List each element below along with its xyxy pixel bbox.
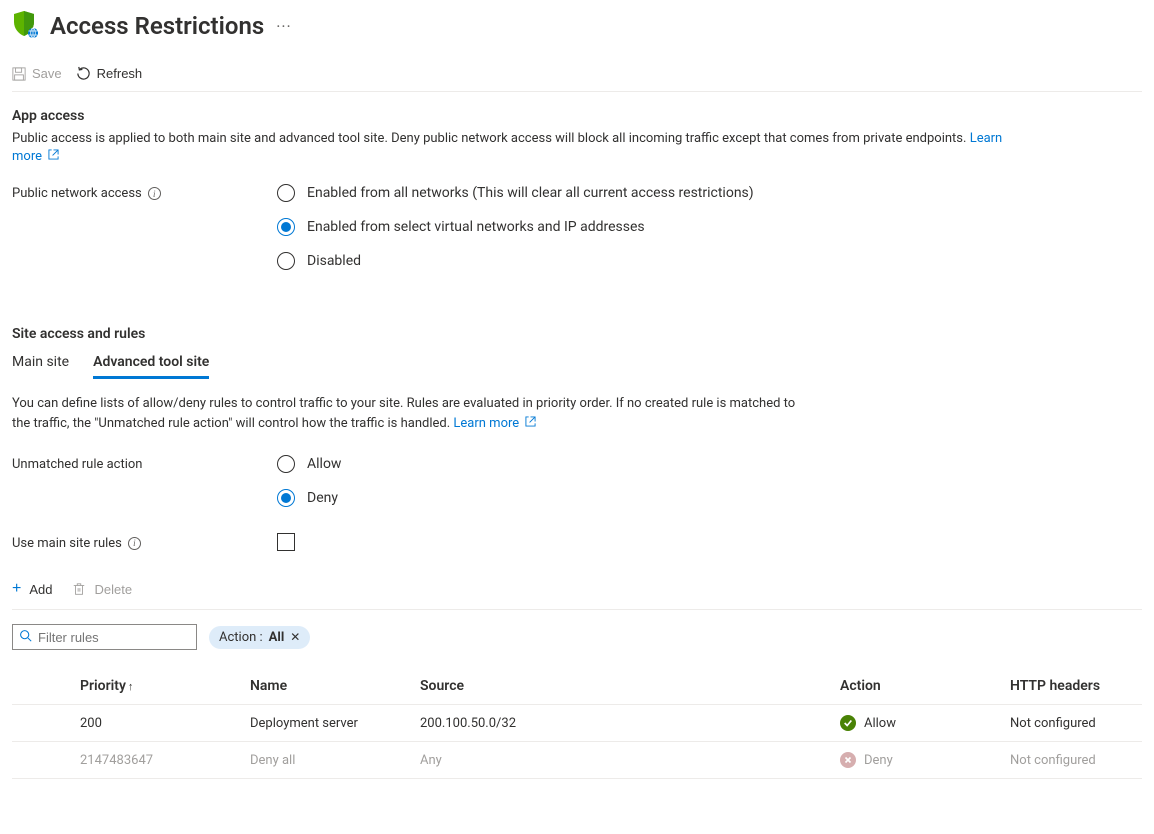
refresh-icon xyxy=(76,66,91,81)
cell-action: Allow xyxy=(832,705,1002,742)
radio-enabled-all-networks[interactable]: Enabled from all networks (This will cle… xyxy=(277,184,754,202)
tab-main-site[interactable]: Main site xyxy=(12,348,69,379)
table-row[interactable]: 2147483647Deny allAnyDenyNot configured xyxy=(12,742,1142,779)
save-button[interactable]: Save xyxy=(12,66,62,81)
plus-icon: + xyxy=(12,581,21,597)
trash-icon xyxy=(72,582,86,596)
radio-icon xyxy=(277,184,295,202)
cell-source: Any xyxy=(412,742,832,779)
refresh-button[interactable]: Refresh xyxy=(76,66,143,81)
info-icon[interactable]: i xyxy=(128,537,141,550)
delete-rule-button[interactable]: Delete xyxy=(72,582,132,597)
filter-row: Action : All ✕ xyxy=(12,624,1142,650)
cell-source: 200.100.50.0/32 xyxy=(412,705,832,742)
radio-icon xyxy=(277,489,295,507)
external-link-icon xyxy=(48,148,59,166)
radio-icon xyxy=(277,252,295,270)
radio-disabled[interactable]: Disabled xyxy=(277,252,754,270)
sort-asc-icon: ↑ xyxy=(128,680,134,693)
use-main-site-rules-checkbox[interactable] xyxy=(277,533,295,551)
cell-name: Deployment server xyxy=(242,705,412,742)
deny-icon xyxy=(840,752,856,768)
public-network-access-label: Public network access i xyxy=(12,184,277,201)
radio-enabled-select-networks[interactable]: Enabled from select virtual networks and… xyxy=(277,218,754,236)
unmatched-rule-action-radiogroup: Allow Deny xyxy=(277,455,341,507)
app-access-heading: App access xyxy=(12,108,1142,124)
use-main-site-rules-label: Use main site rules i xyxy=(12,534,277,551)
cell-name: Deny all xyxy=(242,742,412,779)
unmatched-rule-action-label: Unmatched rule action xyxy=(12,455,277,472)
radio-icon xyxy=(277,455,295,473)
cell-http-headers: Not configured xyxy=(1002,705,1142,742)
filter-rules-input[interactable] xyxy=(38,630,190,645)
radio-icon xyxy=(277,218,295,236)
cell-priority: 2147483647 xyxy=(72,742,242,779)
site-access-learn-more-link[interactable]: Learn more xyxy=(453,416,536,431)
page-header: Access Restrictions ··· xyxy=(12,10,1142,42)
rules-table: Priority↑ Name Source Action HTTP header… xyxy=(12,668,1142,779)
tab-advanced-tool-site[interactable]: Advanced tool site xyxy=(93,348,209,379)
command-bar: Save Refresh xyxy=(12,60,1142,92)
radio-unmatched-allow[interactable]: Allow xyxy=(277,455,341,473)
more-menu-button[interactable]: ··· xyxy=(276,17,292,36)
allow-icon xyxy=(840,715,856,731)
table-header-row: Priority↑ Name Source Action HTTP header… xyxy=(12,668,1142,705)
public-network-access-radiogroup: Enabled from all networks (This will cle… xyxy=(277,184,754,270)
filter-pill-action[interactable]: Action : All ✕ xyxy=(209,626,310,649)
save-label: Save xyxy=(32,66,62,81)
external-link-icon xyxy=(525,414,536,434)
radio-unmatched-deny[interactable]: Deny xyxy=(277,489,341,507)
app-access-description: Public access is applied to both main si… xyxy=(12,130,1012,166)
cell-action: Deny xyxy=(832,742,1002,779)
save-icon xyxy=(12,67,26,81)
col-priority[interactable]: Priority↑ xyxy=(72,668,242,705)
col-name[interactable]: Name xyxy=(242,668,412,705)
rules-toolbar: + Add Delete xyxy=(12,581,1142,610)
col-http-headers[interactable]: HTTP headers xyxy=(1002,668,1142,705)
col-action[interactable]: Action xyxy=(832,668,1002,705)
close-icon[interactable]: ✕ xyxy=(290,630,300,644)
add-rule-button[interactable]: + Add xyxy=(12,581,52,597)
search-icon xyxy=(19,629,38,646)
page-title: Access Restrictions xyxy=(50,12,264,40)
cell-priority: 200 xyxy=(72,705,242,742)
table-row[interactable]: 200Deployment server200.100.50.0/32Allow… xyxy=(12,705,1142,742)
filter-rules-input-wrapper[interactable] xyxy=(12,624,197,650)
refresh-label: Refresh xyxy=(97,66,143,81)
site-access-heading: Site access and rules xyxy=(12,326,1142,342)
cell-http-headers: Not configured xyxy=(1002,742,1142,779)
site-tabs: Main site Advanced tool site xyxy=(12,348,1142,380)
site-access-description: You can define lists of allow/deny rules… xyxy=(12,394,812,433)
info-icon[interactable]: i xyxy=(148,187,161,200)
shield-icon xyxy=(12,10,38,42)
col-source[interactable]: Source xyxy=(412,668,832,705)
